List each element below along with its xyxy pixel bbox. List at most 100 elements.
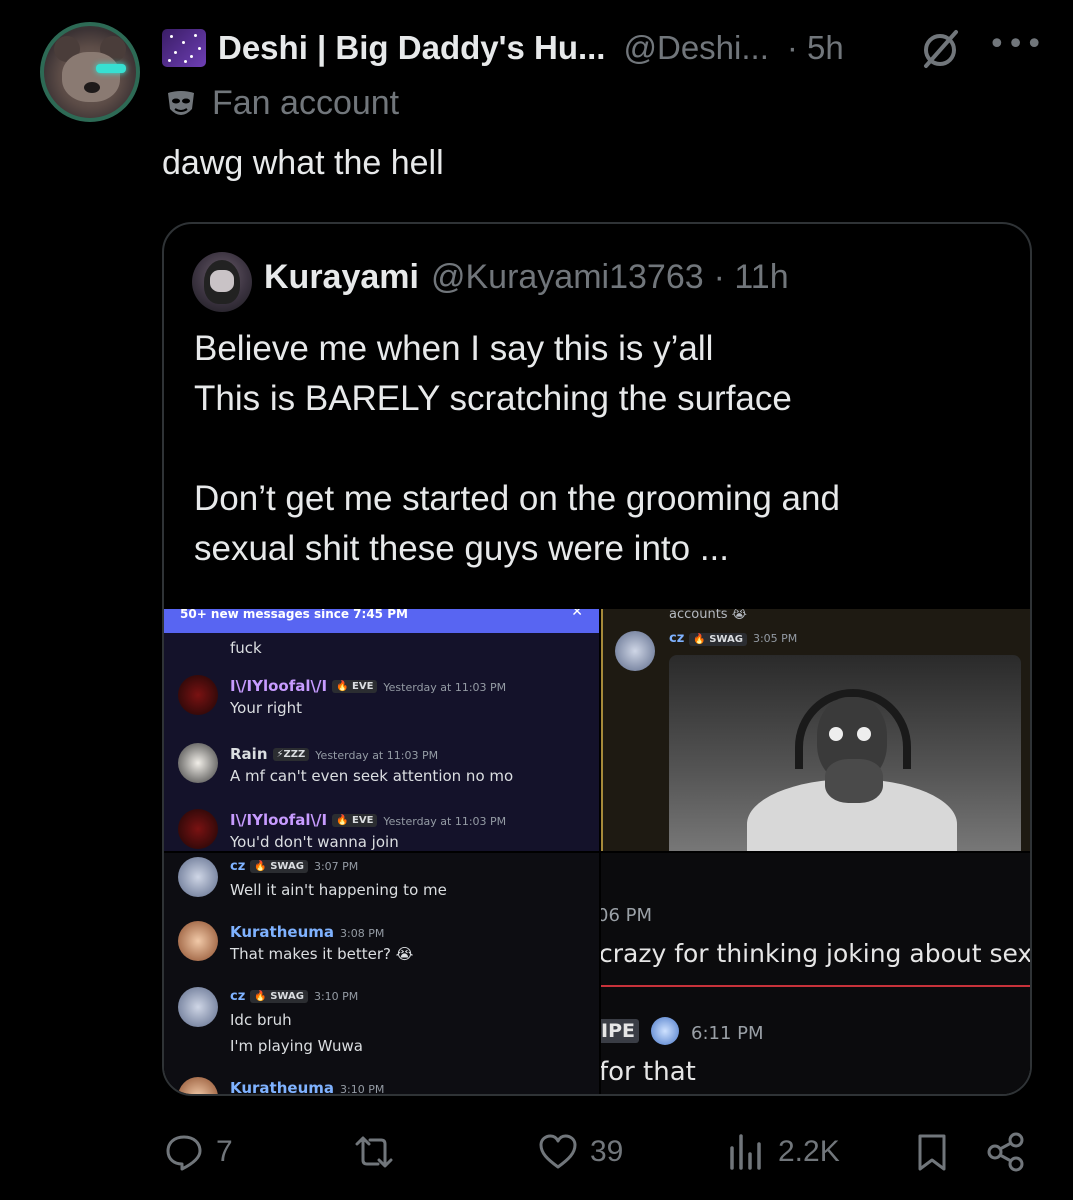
quoted-author-name: Kurayami: [264, 258, 419, 296]
chat-username-text: Kuratheuma: [230, 923, 335, 941]
retweet-icon: [355, 1136, 393, 1168]
quoted-author-avatar: [192, 252, 252, 312]
new-message-divider: [601, 985, 1030, 987]
chat-username: cz 🔥 SWAG 3:05 PM: [669, 631, 798, 646]
chat-role-tag: 🔥 EVE: [332, 680, 378, 693]
chat-username-text: I\/IYloofal\/I: [230, 677, 328, 695]
reply-count: 7: [216, 1135, 233, 1168]
chat-username: I\/IYloofal\/I 🔥 EVE Yesterday at 11:03 PM: [230, 677, 506, 695]
chat-line: accounts 😭: [669, 609, 747, 622]
chat-text: I'm playing Wuwa: [230, 1037, 363, 1055]
tweet-action-bar: 7 39 2.2K: [0, 1124, 1073, 1184]
quoted-tweet-text: Believe me when I say this is y’all This…: [194, 324, 1014, 574]
chat-avatar: [178, 743, 218, 783]
chat-username-text: cz: [230, 859, 246, 874]
chat-timestamp: 3:05 PM: [752, 632, 798, 645]
share-icon: [987, 1132, 1024, 1172]
quoted-line: This is BARELY scratching the surface: [194, 379, 792, 418]
author-handle[interactable]: @Deshi...: [623, 29, 768, 67]
chat-text: A mf can't even seek attention no mo: [230, 767, 514, 785]
reply-button[interactable]: 7: [164, 1132, 233, 1172]
reaction-photo: [669, 655, 1021, 851]
chat-username: IPE: [601, 1019, 639, 1043]
new-messages-banner: 50+ new messages since 7:45 PM ✕: [164, 609, 599, 633]
retweet-button[interactable]: [354, 1132, 406, 1172]
chat-text: Well it ain't happening to me: [230, 881, 447, 899]
chat-avatar: [178, 809, 218, 849]
tweet-text: dawg what the hell: [162, 144, 444, 182]
like-button[interactable]: 39: [538, 1132, 623, 1172]
chat-avatar: [178, 857, 218, 897]
chat-avatar: [178, 675, 218, 715]
chat-username-text: cz: [230, 989, 246, 1004]
author-avatar[interactable]: [40, 22, 140, 122]
chat-role-tag: 🔥 SWAG: [689, 633, 747, 646]
close-icon: ✕: [571, 609, 583, 620]
chat-text: Idc bruh: [230, 1011, 292, 1029]
quoted-media-grid[interactable]: 50+ new messages since 7:45 PM ✕ fuck I\…: [164, 609, 1032, 1096]
chat-role-tag: 🔥 SWAG: [250, 860, 308, 873]
chat-avatar: [178, 921, 218, 961]
mask-icon: [168, 90, 194, 115]
chat-text: You'd don't wanna join: [230, 833, 399, 851]
chat-username: cz 🔥 SWAG 3:07 PM: [230, 859, 358, 874]
grok-icon[interactable]: [918, 26, 962, 70]
chat-text: crazy for thinking joking about sexua: [601, 939, 1032, 968]
screenshot-discord-chat-1[interactable]: 50+ new messages since 7:45 PM ✕ fuck I\…: [164, 609, 599, 851]
new-messages-banner-text: 50+ new messages since 7:45 PM: [180, 609, 408, 621]
tweet-header: Deshi | Big Daddy's Hu... @Deshi... · 5h: [162, 26, 844, 70]
quoted-line: sexual shit these guys were into ...: [194, 529, 729, 568]
chat-username: cz 🔥 SWAG 3:10 PM: [230, 989, 358, 1004]
quoted-tweet-timestamp: · 11h: [713, 258, 789, 296]
chat-timestamp: 3:10 PM: [340, 1083, 385, 1096]
chat-username: Kuratheuma 3:08 PM: [230, 923, 384, 941]
tweet-timestamp[interactable]: · 5h: [787, 29, 844, 67]
night-sky-emoji-icon: [162, 29, 206, 67]
avatar-nose: [84, 82, 100, 93]
screenshot-discord-chat-4[interactable]: 06 PM crazy for thinking joking about se…: [601, 853, 1032, 1094]
chat-username: I\/IYloofal\/I 🔥 EVE Yesterday at 11:03 PM: [230, 811, 506, 829]
bookmark-button[interactable]: [912, 1132, 964, 1172]
analytics-icon: [730, 1134, 761, 1170]
chat-username: Rain ⚡ZZZ Yesterday at 11:03 PM: [230, 745, 438, 763]
avatar-face: [62, 52, 120, 102]
screenshot-discord-chat-2[interactable]: accounts 😭 cz 🔥 SWAG 3:05 PM: [601, 609, 1030, 851]
chat-timestamp: 3:10 PM: [313, 990, 359, 1003]
chat-timestamp: 06 PM: [601, 905, 653, 926]
badge-icon: [651, 1017, 679, 1045]
chat-line: fuck: [230, 639, 262, 657]
chat-username: Kuratheuma 3:10 PM: [230, 1079, 385, 1096]
heart-icon: [539, 1134, 577, 1169]
chat-timestamp: 6:11 PM: [691, 1023, 764, 1044]
chat-username-text: Kuratheuma: [230, 1079, 335, 1096]
more-options-icon[interactable]: •••: [988, 30, 1043, 60]
fan-account-label: Fan account: [212, 84, 400, 122]
quoted-tweet-header: Kurayami @Kurayami13763 · 11h: [264, 258, 789, 297]
share-button[interactable]: [986, 1132, 1038, 1172]
chat-role-tag: ⚡ZZZ: [272, 748, 310, 761]
quoted-line: Believe me when I say this is y’all: [194, 329, 714, 368]
like-count: 39: [590, 1135, 624, 1168]
chat-timestamp: 3:07 PM: [313, 860, 359, 873]
views-count: 2.2K: [778, 1135, 840, 1168]
chat-avatar: [615, 631, 655, 671]
quoted-line: Don’t get me started on the grooming and: [194, 479, 840, 518]
chat-username-text: Rain: [230, 745, 268, 763]
author-display-name[interactable]: Deshi | Big Daddy's Hu...: [218, 29, 605, 67]
chat-text: Your right: [230, 699, 303, 717]
chat-avatar: [178, 987, 218, 1027]
screenshot-discord-chat-3[interactable]: cz 🔥 SWAG 3:07 PM Well it ain't happening …: [164, 853, 599, 1096]
chat-timestamp: Yesterday at 11:03 PM: [315, 749, 439, 762]
chat-timestamp: Yesterday at 11:03 PM: [383, 815, 507, 828]
avatar-visor: [96, 64, 126, 73]
chat-text: for that: [601, 1057, 696, 1087]
chat-timestamp: Yesterday at 11:03 PM: [383, 681, 507, 694]
chat-username-text: I\/IYloofal\/I: [230, 811, 328, 829]
views-button[interactable]: 2.2K: [726, 1132, 840, 1172]
chat-text: That makes it better? 😭: [230, 945, 414, 963]
bookmark-icon: [918, 1134, 946, 1171]
chat-role-tag: 🔥 SWAG: [250, 990, 308, 1003]
reply-icon: [166, 1135, 202, 1171]
quoted-tweet[interactable]: Kurayami @Kurayami13763 · 11h Believe me…: [162, 222, 1032, 1096]
fan-account-label-row: Fan account: [164, 84, 399, 123]
